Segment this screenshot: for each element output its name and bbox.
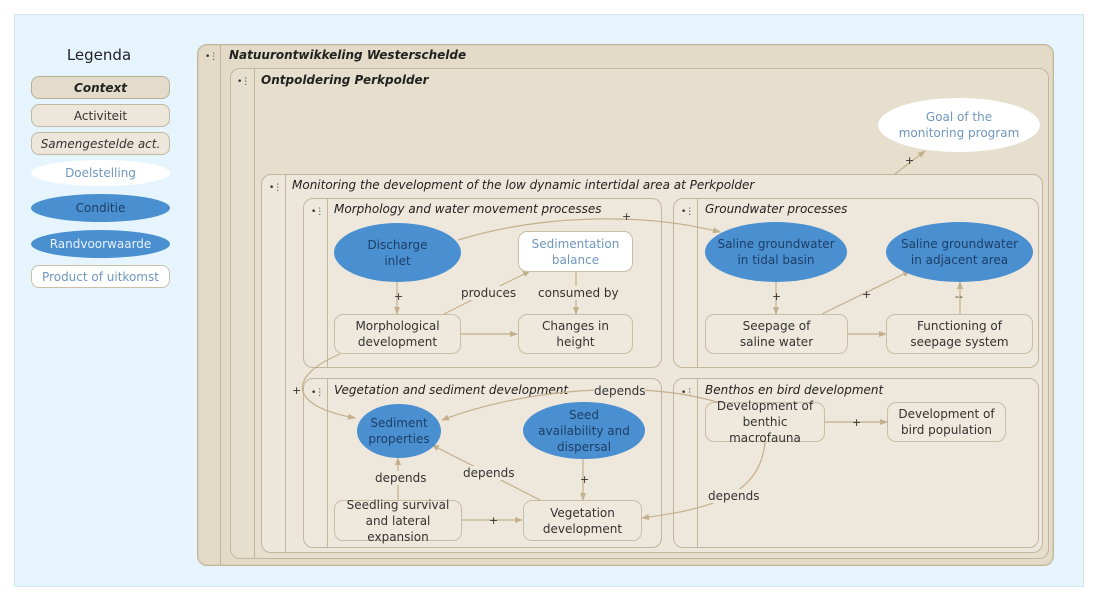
node-seepage-system[interactable]: Functioning of seepage system [886, 314, 1033, 354]
edge-label-plus: + [772, 290, 782, 303]
context-divider [697, 198, 698, 368]
context-divider [697, 378, 698, 548]
menu-icon[interactable]: •⋮ [311, 388, 324, 398]
node-seedling-survival[interactable]: Seedling survival and lateral expansion [334, 498, 462, 544]
node-sedimentation-balance[interactable]: Sedimentation balance [518, 231, 633, 272]
legend-boundary-condition: Randvoorwaarde [31, 230, 170, 258]
context-divider [285, 174, 286, 553]
context-divider [327, 198, 328, 368]
edge-label-plus: + [292, 384, 302, 397]
legend-activity: Activiteit [31, 104, 170, 127]
node-saline-tidal-basin[interactable]: Saline groundwater in tidal basin [705, 222, 847, 282]
edge-label-minus: -- [955, 290, 963, 303]
context-divider [220, 44, 221, 566]
node-morphological-development[interactable]: Morphological development [334, 314, 461, 354]
edge-label-plus: + [862, 288, 872, 301]
node-discharge-inlet[interactable]: Discharge inlet [334, 223, 461, 282]
legend-product: Product of uitkomst [31, 265, 170, 288]
node-vegetation-development[interactable]: Vegetation development [523, 500, 642, 541]
node-sediment-properties[interactable]: Sediment properties [357, 404, 441, 458]
legend-condition: Conditie [31, 194, 170, 222]
menu-icon[interactable]: •⋮ [681, 207, 694, 217]
edge-label-plus: + [489, 514, 499, 527]
edge-label-depends: depends [708, 489, 760, 503]
edge-label-plus: + [580, 473, 590, 486]
legend-goal: Doelstelling [31, 160, 170, 186]
edge-label-depends: depends [375, 471, 427, 485]
legend-context: Context [31, 76, 170, 99]
menu-icon[interactable]: •⋮ [681, 388, 694, 398]
edge-label-consumed-by: consumed by [538, 286, 619, 300]
context-title-inner: Ontpoldering Perkpolder [261, 73, 429, 87]
edge-label-plus: + [905, 154, 915, 167]
context-title-vegetation: Vegetation and sediment development [334, 383, 569, 397]
menu-icon[interactable]: •⋮ [205, 52, 218, 62]
node-saline-adjacent-area[interactable]: Saline groundwater in adjacent area [886, 222, 1033, 282]
edge-label-plus: + [622, 210, 632, 223]
node-seepage-saline-water[interactable]: Seepage of saline water [705, 314, 848, 354]
menu-icon[interactable]: •⋮ [237, 77, 250, 87]
node-seed-availability[interactable]: Seed availability and dispersal [523, 402, 645, 459]
node-benthic-macrofauna[interactable]: Development of benthic macrofauna [705, 399, 825, 445]
edge-label-produces: produces [461, 286, 517, 300]
context-divider [254, 68, 255, 559]
context-divider [327, 378, 328, 548]
context-title-morphology: Morphology and water movement processes [334, 202, 602, 216]
context-title-benthos: Benthos en bird development [705, 383, 884, 397]
edge-label-depends: depends [594, 384, 646, 398]
context-title-monitoring: Monitoring the development of the low dy… [292, 178, 755, 192]
edge-label-plus: + [394, 290, 404, 303]
context-title-outer: Natuurontwikkeling Westerschelde [229, 48, 467, 62]
node-goal[interactable]: Goal of the monitoring program [878, 98, 1040, 152]
menu-icon[interactable]: •⋮ [269, 183, 282, 193]
edge-label-plus: + [852, 416, 862, 429]
node-changes-in-height[interactable]: Changes in height [518, 314, 633, 354]
legend-title: Legenda [66, 46, 132, 64]
legend-composite-activity: Samengestelde act. [31, 132, 170, 155]
edge-label-depends: depends [463, 466, 515, 480]
context-title-groundwater: Groundwater processes [705, 202, 848, 216]
node-bird-population[interactable]: Development of bird population [887, 402, 1006, 442]
menu-icon[interactable]: •⋮ [311, 207, 324, 217]
